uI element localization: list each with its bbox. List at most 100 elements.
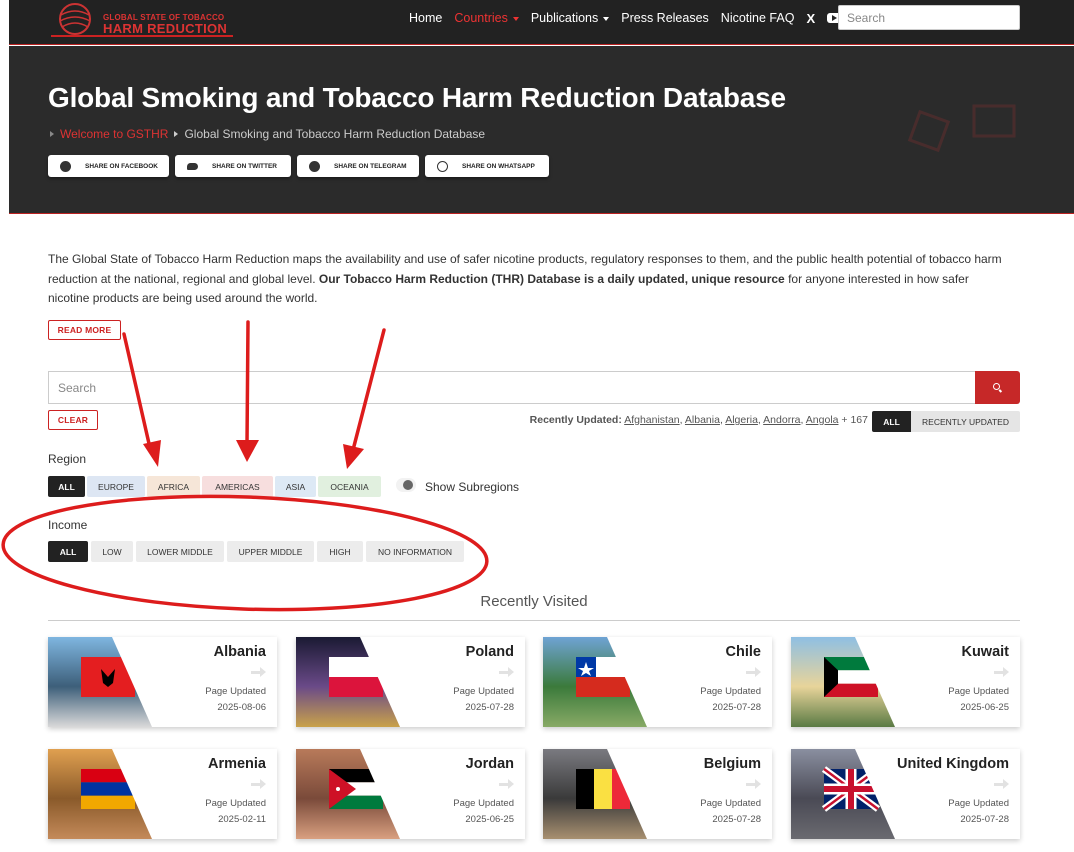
income-chip-high[interactable]: HIGH [317,541,363,562]
country-name: Albania [213,644,266,660]
share-telegram-button[interactable]: SHARE ON TELEGRAM [297,155,419,177]
hero-background-graphic [907,104,1016,153]
annotation-arrowhead [236,440,259,462]
filter-recently-updated-toggle[interactable]: RECENTLY UPDATED [911,411,1020,432]
page-updated-date: 2025-07-28 [712,702,761,713]
chevron-down-icon [603,16,610,21]
read-more-button[interactable]: READ MORE [48,320,121,340]
nav-countries-label: Countries [454,11,508,25]
page-updated-date: 2025-07-28 [465,702,514,713]
nav-home[interactable]: Home [409,11,442,25]
region-label: Region [48,452,87,466]
income-chip-no-information[interactable]: NO INFORMATION [366,541,464,562]
share-twitter-button[interactable]: SHARE ON TWITTER [175,155,291,177]
country-card-kuwait[interactable]: Kuwait Page Updated 2025-06-25 [791,637,1020,727]
facebook-icon [60,160,71,172]
country-card-text: Poland Page Updated 2025-07-28 [453,644,514,713]
breadcrumb-home-link[interactable]: Welcome to GSTHR [60,127,168,141]
region-chip-asia[interactable]: ASIA [275,476,316,497]
page-updated-date: 2025-08-06 [217,702,266,713]
breadcrumb-separator-icon [174,131,179,137]
page-updated-label: Page Updated [700,686,761,697]
country-card-belgium[interactable]: Belgium Page Updated 2025-07-28 [543,749,772,839]
filter-all-toggle[interactable]: ALL [872,411,911,432]
country-name: Poland [465,644,514,660]
income-chip-all[interactable]: ALL [48,541,88,562]
main-nav: Home Countries Publications Press Releas… [409,10,849,26]
region-chip-oceania[interactable]: OCEANIA [318,476,381,497]
whatsapp-icon [437,160,448,172]
income-chip-low[interactable]: LOW [91,541,133,562]
search-submit-button[interactable] [975,371,1020,404]
income-filter-chips: ALL LOW LOWER MIDDLE UPPER MIDDLE HIGH NO INF… [48,541,467,562]
nav-countries[interactable]: Countries [454,11,519,25]
show-subregions-label: Show Subregions [425,480,520,494]
arrow-right-icon [700,662,761,682]
show-subregions-toggle[interactable] [396,478,416,492]
x-social-icon[interactable]: X [806,11,815,26]
site-logo[interactable]: GLOBAL STATE OF TOBACCO HARM REDUCTION [51,1,233,37]
country-card-chile[interactable]: Chile Page Updated 2025-07-28 [543,637,772,727]
region-chip-americas[interactable]: AMERICAS [202,476,273,497]
page-updated-label: Page Updated [453,686,514,697]
share-facebook-label: SHARE ON FACEBOOK [85,162,158,170]
country-card-text: Jordan Page Updated 2025-06-25 [453,756,514,825]
nav-nicotine-faq[interactable]: Nicotine FAQ [721,11,795,25]
search-icon [993,383,1000,390]
chevron-down-icon [512,16,519,21]
income-chip-upper-middle[interactable]: UPPER MIDDLE [227,541,314,562]
country-card-poland[interactable]: Poland Page Updated 2025-07-28 [296,637,525,727]
page-updated-label: Page Updated [948,686,1009,697]
page-updated-date: 2025-07-28 [712,814,761,825]
country-card-text: Kuwait Page Updated 2025-06-25 [948,644,1009,713]
region-chip-africa[interactable]: AFRICA [147,476,200,497]
page-updated-date: 2025-02-11 [218,814,266,825]
recently-updated-list: Recently Updated: Afghanistan, Albania, … [529,414,868,426]
arrow-right-icon [453,774,514,794]
country-card-jordan[interactable]: Jordan Page Updated 2025-06-25 [296,749,525,839]
clear-button[interactable]: CLEAR [48,410,98,430]
region-chip-all[interactable]: ALL [48,476,85,497]
page-title: Global Smoking and Tobacco Harm Reductio… [48,82,786,113]
share-buttons: SHARE ON FACEBOOK SHARE ON TWITTER SHARE… [48,155,555,177]
recent-more-count: + 167 [841,414,868,426]
country-card-united-kingdom[interactable]: United Kingdom Page Updated 2025-07-28 [791,749,1020,839]
income-chip-lower-middle[interactable]: LOWER MIDDLE [136,541,224,562]
recent-country-link[interactable]: Algeria [725,414,758,426]
country-card-text: United Kingdom Page Updated 2025-07-28 [897,756,1009,825]
page-updated-label: Page Updated [205,798,266,809]
recent-country-link[interactable]: Angola [806,414,839,426]
telegram-icon [309,160,320,172]
recently-updated-label: Recently Updated: [529,414,622,426]
region-chip-europe[interactable]: EUROPE [87,476,145,497]
annotation-arrowhead [143,440,161,467]
intro-paragraph: The Global State of Tobacco Harm Reducti… [48,250,1013,309]
page-updated-date: 2025-07-28 [960,814,1009,825]
logo-line-2: HARM REDUCTION [103,21,228,36]
arrow-right-icon [205,774,266,794]
country-card-text: Belgium Page Updated 2025-07-28 [700,756,761,825]
country-name: Chile [725,644,761,660]
nav-search-input[interactable] [838,5,1020,30]
recent-country-link[interactable]: Afghanistan [624,414,679,426]
page-updated-label: Page Updated [205,686,266,697]
country-card-albania[interactable]: Albania Page Updated 2025-08-06 [48,637,277,727]
share-whatsapp-label: SHARE ON WHATSAPP [462,162,535,170]
recent-country-link[interactable]: Andorra [763,414,800,426]
globe-logo-icon [59,3,91,35]
arrow-right-icon [205,662,266,682]
hero-banner: Global Smoking and Tobacco Harm Reductio… [9,46,1074,214]
country-card-armenia[interactable]: Armenia Page Updated 2025-02-11 [48,749,277,839]
share-facebook-button[interactable]: SHARE ON FACEBOOK [48,155,169,177]
annotation-arrowhead [343,444,364,469]
country-name: Armenia [207,756,266,772]
nav-publications-label: Publications [530,11,599,25]
database-search-input[interactable] [48,371,976,404]
country-card-text: Albania Page Updated 2025-08-06 [205,644,266,713]
share-whatsapp-button[interactable]: SHARE ON WHATSAPP [425,155,549,177]
nav-press-releases[interactable]: Press Releases [621,11,709,25]
intro-text-bold: Our Tobacco Harm Reduction (THR) Databas… [318,271,785,286]
nav-publications[interactable]: Publications [530,11,610,25]
recent-country-link[interactable]: Albania [685,414,720,426]
page-updated-label: Page Updated [948,798,1009,809]
